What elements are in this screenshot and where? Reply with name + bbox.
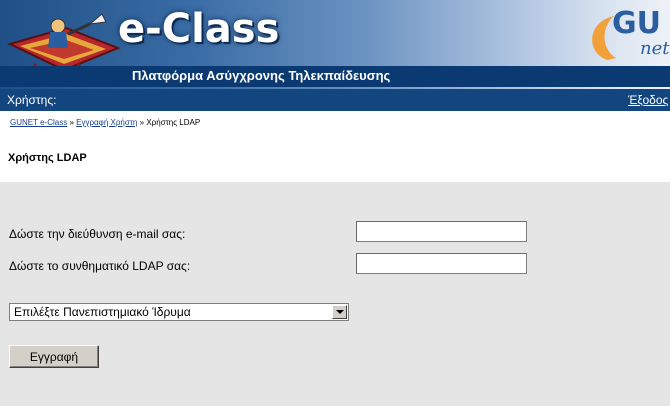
tagline: Πλατφόρμα Ασύγχρονης Τηλεκπαίδευσης <box>132 68 391 83</box>
password-label: Δώστε το συνθηματικό LDAP σας: <box>9 259 191 273</box>
email-label: Δώστε την διεύθυνση e-mail σας: <box>9 227 186 241</box>
breadcrumb: GUNET e-Class » Εγγραφή Χρήστη » Χρήστης… <box>10 118 200 127</box>
register-button[interactable]: Εγγραφή <box>9 345 99 368</box>
partner-logo: GU <box>612 6 661 41</box>
logout-link[interactable]: Έξοδος <box>628 93 668 107</box>
page-title: Χρήστης LDAP <box>8 152 87 164</box>
email-field[interactable] <box>356 221 527 242</box>
breadcrumb-separator: » <box>139 118 145 127</box>
institution-select-value: Επιλέξτε Πανεπιστημιακό Ίδρυμα <box>14 305 191 319</box>
breadcrumb-separator: » <box>69 118 74 127</box>
brand-title: e-Class <box>118 6 280 52</box>
password-field[interactable] <box>356 253 527 274</box>
user-label: Χρήστης: <box>7 93 57 107</box>
ldap-form <box>0 182 670 406</box>
header-banner: e-Class GU net Πλατφόρμα Ασύγχρονης Τηλε… <box>0 0 670 89</box>
breadcrumb-current: Χρήστης LDAP <box>146 118 201 127</box>
chevron-down-icon[interactable] <box>332 305 347 319</box>
breadcrumb-register[interactable]: Εγγραφή Χρήστη <box>76 118 137 127</box>
breadcrumb-home[interactable]: GUNET e-Class <box>10 118 67 127</box>
institution-select[interactable]: Επιλέξτε Πανεπιστημιακό Ίδρυμα <box>9 303 349 321</box>
tagline-bar: Πλατφόρμα Ασύγχρονης Τηλεκπαίδευσης <box>0 66 670 87</box>
user-bar: Χρήστης: Έξοδος <box>0 89 670 111</box>
partner-logo-sub: net <box>640 38 670 59</box>
